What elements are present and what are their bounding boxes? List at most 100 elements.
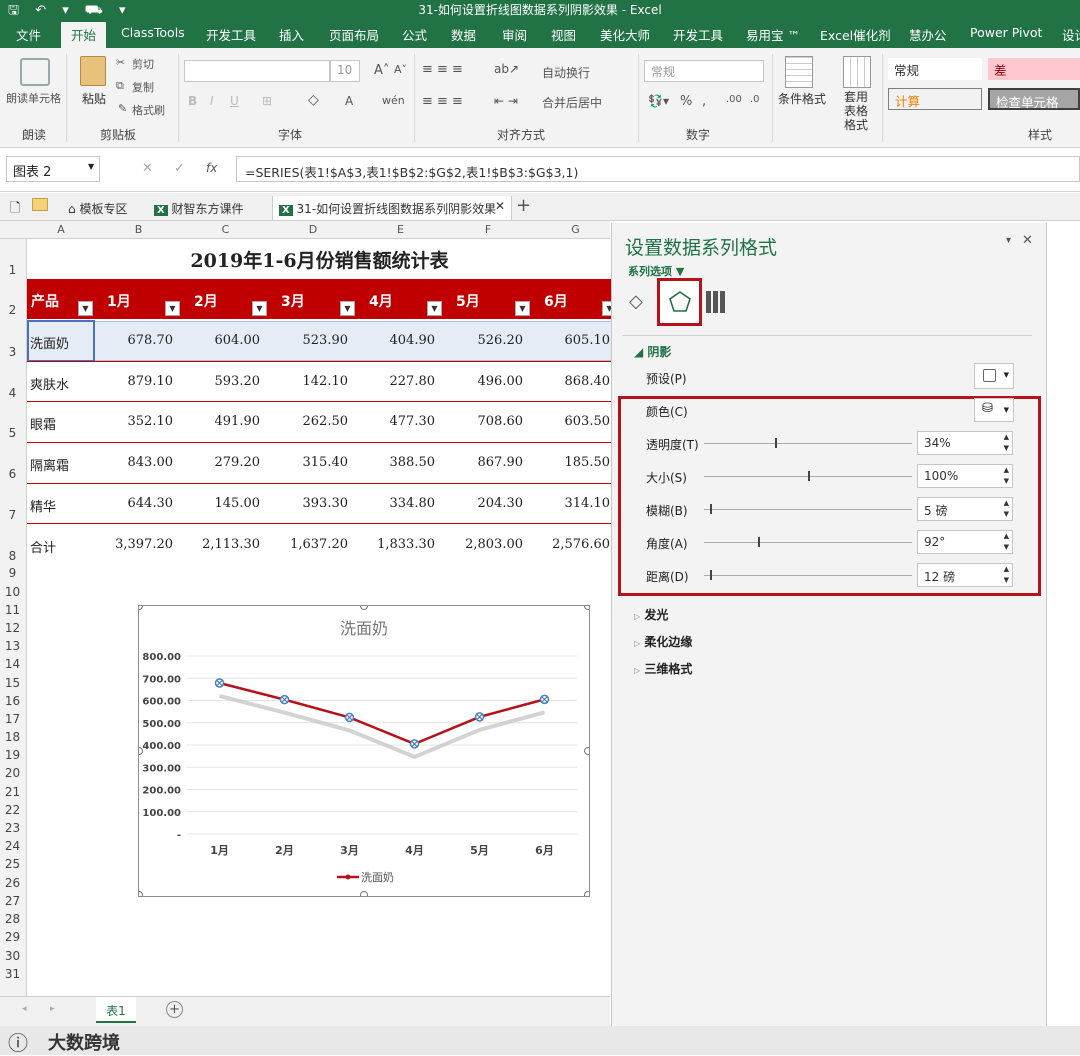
tab-classtools[interactable]: ClassTools <box>121 25 185 40</box>
read-cell-button[interactable]: 朗读单元格 <box>6 90 61 106</box>
spin-up-icon[interactable]: ▲ <box>1004 433 1009 441</box>
cell-value[interactable]: 1,833.30 <box>357 537 435 552</box>
row-header[interactable]: 10 <box>0 585 25 599</box>
tab-power-pivot[interactable]: Power Pivot <box>970 25 1042 40</box>
style-bad[interactable]: 差 <box>988 58 1080 80</box>
blur-slider[interactable] <box>710 504 713 514</box>
font-name-field[interactable] <box>184 60 330 82</box>
tab-formulas[interactable]: 公式 <box>402 25 427 44</box>
name-box[interactable]: 图表 2 <box>6 156 100 182</box>
line-chart[interactable]: 洗面奶 800.00 700.00 600.00 500.00 400.00 300.00 2… <box>138 605 590 897</box>
percent-icon[interactable]: % <box>680 94 692 109</box>
row-header[interactable]: 24 <box>0 839 25 853</box>
cell-value[interactable]: 603.50 <box>532 414 611 429</box>
transparency-input[interactable]: 34% ▲ ▼ <box>917 431 1013 455</box>
column-header[interactable]: G <box>532 223 619 236</box>
effects-tab[interactable] <box>657 278 702 326</box>
enter-icon[interactable]: ✓ <box>174 161 185 176</box>
decimal-decrease-icon[interactable]: .0 <box>750 94 760 105</box>
spin-down-icon[interactable]: ▼ <box>1004 444 1009 452</box>
cell-value[interactable]: 868.40 <box>532 374 611 389</box>
fill-line-icon[interactable]: ◇ <box>629 291 643 312</box>
tab-insert[interactable]: 插入 <box>279 25 304 44</box>
insert-function-button[interactable]: fx <box>206 161 217 175</box>
cell-value[interactable]: 2,113.30 <box>182 537 260 552</box>
cell-value[interactable]: 491.90 <box>182 414 261 429</box>
filter-dropdown-icon[interactable]: ▼ <box>252 301 267 316</box>
cell-value[interactable]: 315.40 <box>269 455 349 470</box>
header-cell[interactable]: 产品 ▼ <box>27 279 95 319</box>
cell-value[interactable]: 145.00 <box>182 496 261 511</box>
spin-down-icon[interactable]: ▼ <box>1004 576 1009 584</box>
scroll-right-icon[interactable]: ▸ <box>50 1004 55 1014</box>
header-cell[interactable]: 2月 ▼ <box>182 279 269 319</box>
tab-meihua[interactable]: 美化大师 <box>600 25 650 44</box>
row-header[interactable]: 23 <box>0 821 25 835</box>
fill-color-icon[interactable]: ◇ <box>308 92 319 108</box>
tab-home[interactable]: 开始 <box>61 22 107 48</box>
size-slider[interactable] <box>808 471 810 481</box>
cell-product[interactable]: 合计 <box>30 537 56 556</box>
cell-product[interactable]: 爽肤水 <box>30 374 69 393</box>
bold-icon[interactable]: B <box>188 94 197 108</box>
row-header[interactable]: 17 <box>0 712 25 726</box>
border-icon[interactable]: ⊞ <box>262 94 272 108</box>
cell-value[interactable]: 867.90 <box>444 455 524 470</box>
row-header[interactable]: 8 <box>0 549 25 563</box>
tab-caizhi-course[interactable]: X 财智东方课件 <box>148 196 250 220</box>
shadow-color-picker[interactable]: ⛁ ▼ <box>974 398 1014 422</box>
column-header[interactable]: F <box>444 223 532 236</box>
transparency-slider[interactable] <box>774 438 777 448</box>
tab-yiyongbao[interactable]: 易用宝 ™ <box>746 25 800 44</box>
row-header[interactable]: 26 <box>0 876 25 890</box>
row-header[interactable]: 14 <box>0 657 25 671</box>
decimal-increase-icon[interactable]: .00 <box>726 94 742 105</box>
column-header[interactable]: D <box>269 223 357 236</box>
spin-down-icon[interactable]: ▼ <box>1004 477 1009 485</box>
row-header[interactable]: 3 <box>0 345 25 359</box>
cut-button[interactable]: 剪切 <box>132 56 154 72</box>
spin-down-icon[interactable]: ▼ <box>1004 510 1009 518</box>
tab-review[interactable]: 审阅 <box>502 25 527 44</box>
3d-format-section-header[interactable]: ▷ 三维格式 <box>634 660 692 677</box>
header-cell[interactable]: 5月 ▼ <box>444 279 532 319</box>
spin-up-icon[interactable]: ▲ <box>1004 532 1009 540</box>
cell-value[interactable]: 644.30 <box>95 496 174 511</box>
angle-input[interactable]: 92° ▲ ▼ <box>917 530 1013 554</box>
pane-options-icon[interactable]: ▾ <box>1006 235 1011 246</box>
row-header[interactable]: 21 <box>0 785 25 799</box>
cell-value[interactable]: 314.10 <box>532 496 611 511</box>
row-header[interactable]: 20 <box>0 766 25 780</box>
cell-value[interactable]: 142.10 <box>269 374 349 389</box>
read-cell-icon[interactable] <box>20 58 50 86</box>
sheet-title[interactable]: 2019年1-6月份销售额统计表 <box>27 246 612 273</box>
paste-button[interactable]: 粘贴 <box>82 90 106 107</box>
copy-icon[interactable]: ⧉ <box>116 79 124 93</box>
scroll-left-icon[interactable]: ◂ <box>22 1004 27 1014</box>
tab-huibangong[interactable]: 慧办公 <box>909 25 947 44</box>
indent-icon[interactable]: ⇤ ⇥ <box>494 94 518 108</box>
currency-icon[interactable]: 💱▾ <box>648 94 669 108</box>
add-tab-icon[interactable]: + <box>516 195 531 216</box>
row-header[interactable]: 25 <box>0 857 25 871</box>
shrink-font-icon[interactable]: A˅ <box>394 63 407 76</box>
cell-value[interactable]: 496.00 <box>444 374 524 389</box>
italic-icon[interactable]: I <box>210 94 214 108</box>
header-cell[interactable]: 6月 ▼ <box>532 279 617 319</box>
font-size-field[interactable]: 10 <box>330 60 360 82</box>
row-header[interactable]: 16 <box>0 694 25 708</box>
angle-slider[interactable] <box>758 537 761 547</box>
filter-dropdown-icon[interactable]: ▼ <box>165 301 180 316</box>
row-header[interactable]: 15 <box>0 676 25 690</box>
cell-value[interactable]: 523.90 <box>269 333 349 348</box>
grow-font-icon[interactable]: A˄ <box>374 63 389 78</box>
copy-button[interactable]: 复制 <box>132 79 154 95</box>
filter-dropdown-icon[interactable]: ▼ <box>340 301 355 316</box>
row-header[interactable]: 27 <box>0 894 25 908</box>
table-format-icon[interactable] <box>843 56 871 88</box>
preset-dropdown[interactable]: ▼ <box>974 363 1014 389</box>
align-top-icon[interactable]: ≡ ≡ ≡ <box>422 62 463 77</box>
row-header[interactable]: 18 <box>0 730 25 744</box>
column-header[interactable]: E <box>357 223 444 236</box>
row-header[interactable]: 31 <box>0 967 25 981</box>
